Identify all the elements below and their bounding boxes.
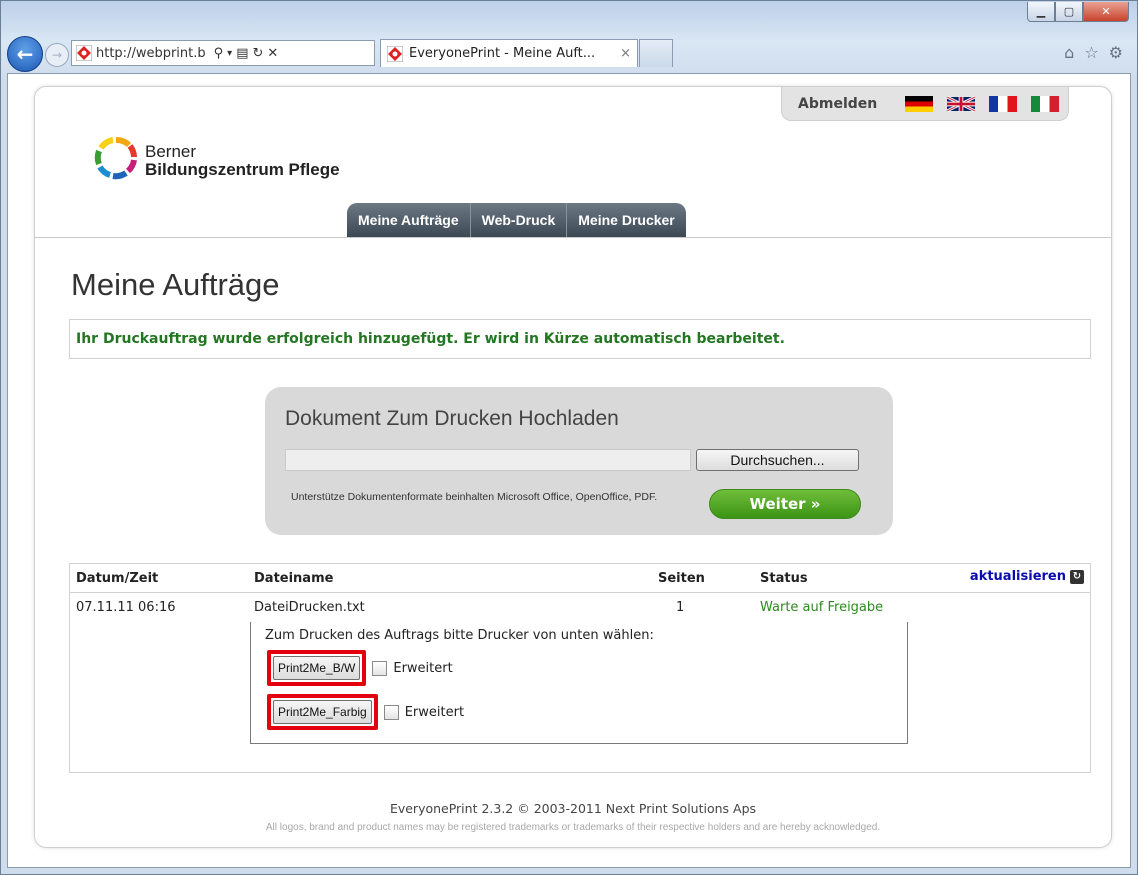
brand-logo: Berner Bildungszentrum Pflege (93, 135, 340, 181)
german-flag-icon[interactable] (905, 95, 934, 112)
advanced-label-bw: Erweitert (393, 660, 453, 676)
refresh-page-icon[interactable]: ↻ (253, 46, 264, 61)
logout-link[interactable]: Abmelden (798, 96, 877, 112)
browse-button[interactable]: Durchsuchen... (696, 449, 859, 471)
browser-right-icons: ⌂ ☆ ⚙ (1064, 43, 1123, 62)
footer-trademark: All logos, brand and product names may b… (265, 822, 881, 833)
job-pages: 1 (676, 600, 685, 615)
job-filename: DateiDrucken.txt (254, 600, 365, 615)
column-header-file: Dateiname (254, 571, 334, 586)
close-window-button[interactable]: ✕ (1083, 2, 1129, 22)
refresh-label: aktualisieren (969, 569, 1066, 584)
back-button[interactable]: ← (7, 36, 43, 72)
maximize-icon: ▢ (1063, 5, 1075, 18)
advanced-label-color: Erweitert (404, 704, 465, 720)
italian-flag-icon[interactable] (1031, 95, 1060, 112)
close-icon: ✕ (1101, 5, 1111, 18)
refresh-link[interactable]: aktualisieren ↻ (970, 569, 1084, 584)
column-header-date: Datum/Zeit (76, 571, 159, 586)
page-viewport: Abmelden Berner Bildungszentrum Pflege M… (7, 73, 1131, 868)
back-arrow-icon: ← (16, 42, 34, 66)
printer-row: Print2Me_Farbig Erweitert (267, 694, 464, 730)
address-text: http://webprint.b (96, 45, 206, 61)
new-tab-button[interactable] (639, 39, 673, 67)
jobs-table: Datum/Zeit Dateiname Seiten Status aktua… (69, 563, 1091, 773)
upload-panel: Dokument Zum Drucken Hochladen Durchsuch… (265, 387, 893, 535)
file-path-input[interactable] (285, 449, 691, 471)
jobs-table-header: Datum/Zeit Dateiname Seiten Status aktua… (70, 564, 1090, 593)
site-favicon-icon (76, 45, 92, 61)
next-button[interactable]: Weiter » (709, 489, 861, 519)
job-status: Warte auf Freigabe (760, 600, 884, 615)
advanced-checkbox-bw[interactable] (372, 660, 388, 676)
footer-version: EveryonePrint 2.3.2 © 2003-2011 Next Pri… (389, 801, 757, 816)
printer-selection-note: Zum Drucken des Auftrags bitte Drucker v… (265, 628, 654, 643)
logo-ring-icon (94, 137, 137, 180)
search-icon[interactable]: ⚲ (214, 46, 224, 61)
column-header-status: Status (760, 571, 808, 586)
nav-tab-meine-auftraege[interactable]: Meine Aufträge (347, 203, 471, 237)
gear-icon[interactable]: ⚙ (1109, 43, 1123, 62)
tab-close-icon[interactable]: × (620, 46, 631, 61)
tab-title: EveryonePrint - Meine Auft... (409, 46, 596, 61)
user-bar: Abmelden (781, 87, 1069, 121)
logo-text: Berner Bildungszentrum Pflege (145, 143, 340, 179)
highlight-frame: Print2Me_Farbig (267, 694, 378, 730)
column-header-pages: Seiten (658, 571, 705, 586)
forward-arrow-icon: → (51, 48, 63, 62)
advanced-checkbox-color[interactable] (383, 704, 399, 720)
highlight-frame: Print2Me_B/W (267, 650, 367, 686)
browser-toolbar: ← → http://webprint.b ⚲ ▾ ▤ ↻ ✕ Everyone… (7, 35, 1131, 72)
dropdown-arrow-icon[interactable]: ▾ (227, 48, 232, 59)
upload-title: Dokument Zum Drucken Hochladen (285, 407, 619, 430)
uk-flag-icon[interactable] (947, 95, 976, 112)
supported-formats-text: Unterstütze Dokumentenformate beinhalten… (291, 491, 658, 503)
minimize-icon: ▁ (1036, 5, 1046, 18)
printer-button-color[interactable]: Print2Me_Farbig (273, 700, 372, 724)
stop-icon[interactable]: ✕ (267, 46, 278, 61)
success-message: Ihr Druckauftrag wurde erfolgreich hinzu… (69, 319, 1091, 359)
minimize-button[interactable]: ▁ (1027, 2, 1055, 22)
job-date: 07.11.11 06:16 (76, 600, 176, 615)
refresh-icon: ↻ (1070, 569, 1084, 584)
printer-button-bw[interactable]: Print2Me_B/W (273, 656, 361, 680)
french-flag-icon[interactable] (989, 95, 1018, 112)
address-bar[interactable]: http://webprint.b ⚲ ▾ ▤ ↻ ✕ (71, 40, 375, 66)
nav-tab-web-druck[interactable]: Web-Druck (470, 203, 568, 237)
logo-line-2: Bildungszentrum Pflege (145, 160, 340, 179)
window-controls: ▁ ▢ ✕ (1027, 2, 1129, 22)
maximize-button[interactable]: ▢ (1055, 2, 1083, 22)
page-title: Meine Aufträge (71, 267, 280, 302)
home-icon[interactable]: ⌂ (1064, 43, 1074, 62)
favorites-star-icon[interactable]: ☆ (1084, 43, 1098, 62)
compatibility-icon[interactable]: ▤ (236, 46, 248, 61)
forward-button[interactable]: → (45, 43, 69, 67)
main-nav: Meine Aufträge Web-Druck Meine Drucker (347, 203, 686, 237)
tab-favicon-icon (387, 45, 403, 62)
nav-tab-meine-drucker[interactable]: Meine Drucker (567, 203, 686, 237)
printer-row: Print2Me_B/W Erweitert (267, 650, 453, 686)
page-container: Abmelden Berner Bildungszentrum Pflege M… (34, 86, 1112, 848)
browser-window: ▁ ▢ ✕ ← → http://webprint.b ⚲ ▾ ▤ ↻ ✕ Ev… (0, 0, 1138, 875)
logo-line-1: Berner (145, 142, 197, 161)
printer-selection-box: Zum Drucken des Auftrags bitte Drucker v… (250, 622, 908, 744)
nav-divider (35, 237, 1111, 238)
browser-tab[interactable]: EveryonePrint - Meine Auft... × (380, 39, 638, 67)
